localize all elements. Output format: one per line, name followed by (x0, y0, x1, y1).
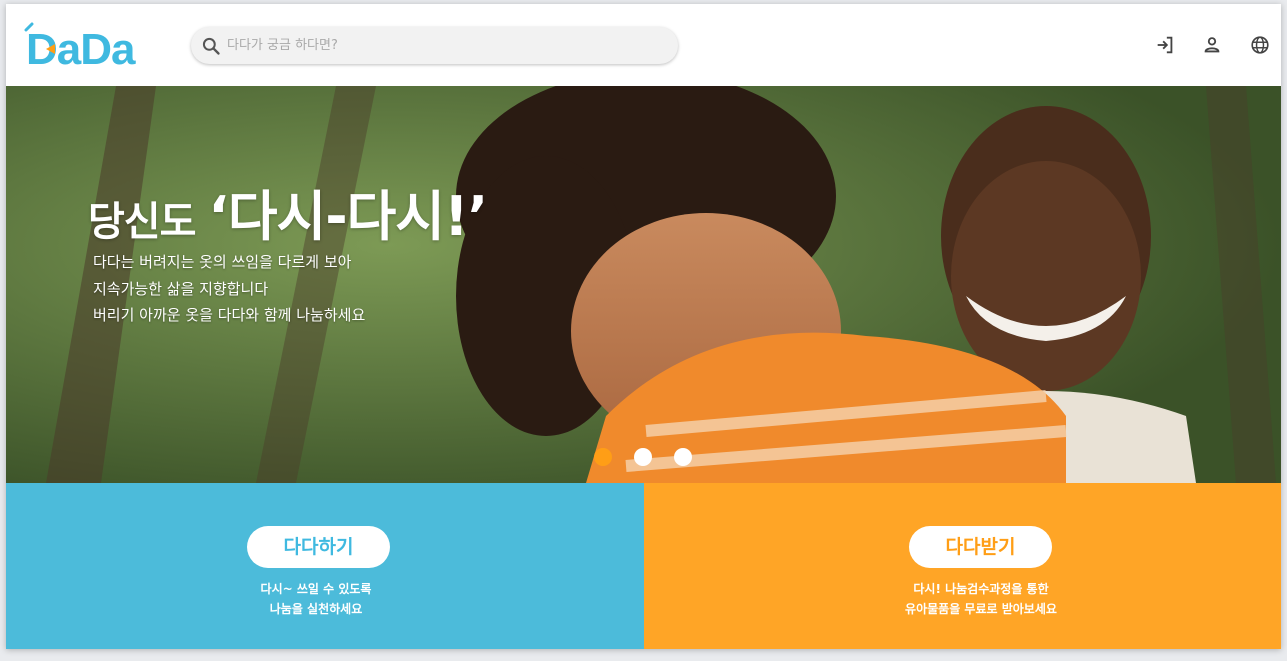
carousel-dot-3[interactable] (674, 448, 692, 466)
hero-banner: 당신도 ‘다시-다시!’ 다다는 버려지는 옷의 쓰임을 다르게 보아 지속가능… (6, 86, 1281, 483)
receive-button[interactable]: 다다받기 (909, 526, 1052, 568)
receive-line-2: 유아물품을 무료로 받아보세요 (905, 602, 1057, 616)
dada-logo[interactable]: DaDa (24, 22, 144, 68)
receive-line-1: 다시! 나눔검수과정을 통한 (913, 582, 1049, 596)
user-icon[interactable] (1201, 34, 1223, 56)
receive-panel: 다다받기 다시! 나눔검수과정을 통한 유아물품을 무료로 받아보세요 (644, 483, 1281, 649)
hero-line-2: 지속가능한 삶을 지향합니다 (93, 279, 269, 298)
give-line-2: 나눔을 실천하세요 (269, 602, 363, 616)
give-description: 다시~ 쓰일 수 있도록 나눔을 실천하세요 (166, 579, 466, 619)
search-bar[interactable] (191, 27, 678, 64)
hero-title-prefix: 당신도 (88, 199, 209, 245)
page-frame: DaDa 다다가 궁금 하다면? 당신도 ‘다시-다시!’ 다다는 버려지는 옷… (6, 4, 1281, 649)
logo-text: DaDa (26, 25, 136, 68)
hero-title-main: 다시-다시! (227, 185, 469, 248)
search-input[interactable] (227, 27, 657, 64)
hero-title-quote-close: ’ (467, 185, 488, 248)
carousel-dot-1[interactable] (594, 448, 612, 466)
carousel-dot-2[interactable] (634, 448, 652, 466)
hero-line-3: 버리기 아까운 옷을 다다와 함께 나눔하세요 (93, 306, 366, 324)
give-button[interactable]: 다다하기 (247, 526, 390, 568)
hero-line-1: 다다는 버려지는 옷의 쓰임을 다르게 보아 (93, 253, 352, 271)
login-icon[interactable] (1154, 34, 1176, 56)
receive-description: 다시! 나눔검수과정을 통한 유아물품을 무료로 받아보세요 (831, 579, 1131, 619)
hero-title-quote-open: ‘ (208, 185, 228, 248)
hero-description: 다다는 버려지는 옷의 쓰임을 다르게 보아 지속가능한 삶을 지향합니다 버리… (93, 249, 365, 329)
globe-icon[interactable] (1249, 34, 1271, 56)
give-panel: 다다하기 다시~ 쓰일 수 있도록 나눔을 실천하세요 (6, 483, 644, 649)
search-icon (202, 37, 220, 55)
give-line-1: 다시~ 쓰일 수 있도록 (260, 582, 372, 596)
top-header: DaDa (6, 4, 1281, 86)
hero-title: 당신도 ‘다시-다시!’ (88, 172, 488, 251)
